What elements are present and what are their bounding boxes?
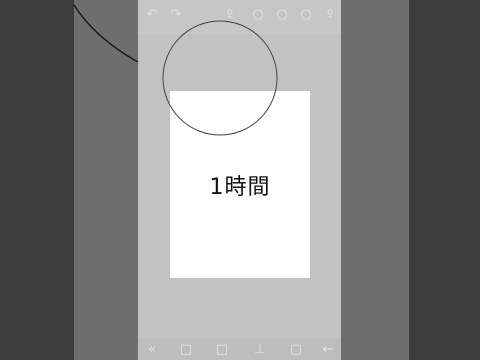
align-icon[interactable]: ⊥: [252, 342, 268, 358]
frame-icon[interactable]: ▢: [288, 342, 304, 358]
square-icon[interactable]: □: [178, 342, 194, 358]
tool-icon[interactable]: ○: [274, 7, 290, 23]
collapse-icon[interactable]: «: [144, 342, 160, 358]
undo-icon[interactable]: ↶: [144, 7, 160, 23]
canvas-paper[interactable]: 1時間: [170, 91, 310, 278]
canvas-text: 1時間: [209, 175, 271, 200]
tool-icon[interactable]: ○: [250, 7, 266, 23]
bottom-toolbar: « □ □ ⊥ ▢ ←: [138, 338, 341, 360]
right-gray-margin: [341, 0, 409, 360]
tool-icon[interactable]: ○: [298, 7, 314, 23]
export-icon[interactable]: ⇪: [322, 7, 338, 23]
top-toolbar: ↶ ↷ ⇪ ○ ○ ○ ⇪: [138, 0, 341, 34]
left-dark-margin: [0, 0, 74, 360]
left-gray-margin: [74, 0, 138, 360]
right-dark-margin: [409, 0, 480, 360]
square-icon[interactable]: □: [214, 342, 230, 358]
redo-icon[interactable]: ↷: [168, 7, 184, 23]
layer-icon[interactable]: ⇪: [222, 7, 238, 23]
back-arrow-icon[interactable]: ←: [320, 342, 336, 358]
